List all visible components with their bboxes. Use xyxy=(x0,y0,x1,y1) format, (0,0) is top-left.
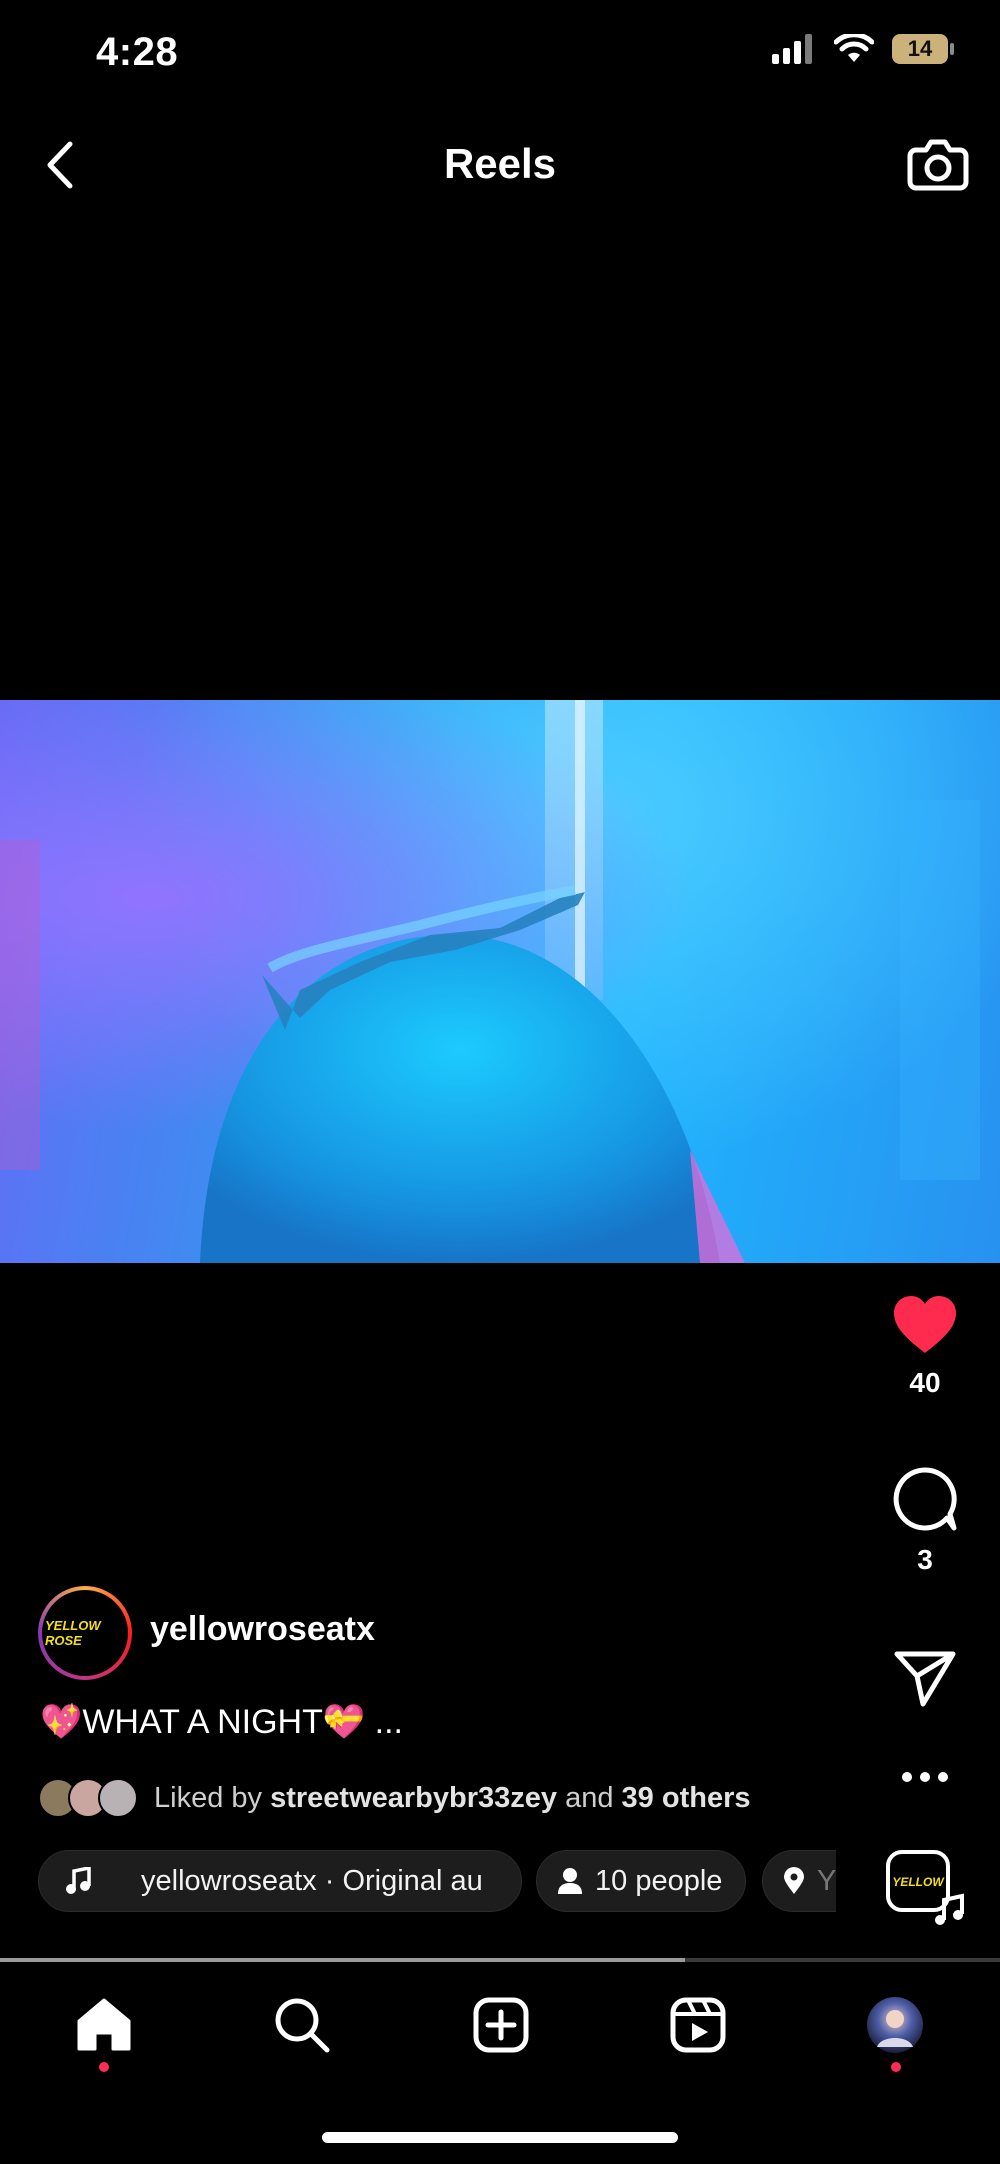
liked-by-row[interactable]: Liked by streetwearbybr33zey and 39 othe… xyxy=(38,1778,751,1818)
liker-avatar xyxy=(98,1778,138,1818)
send-icon xyxy=(894,1651,956,1707)
add-square-icon xyxy=(473,1997,529,2053)
avatar-logo: YELLOW ROSE xyxy=(42,1590,128,1676)
home-indicator xyxy=(322,2132,678,2143)
location-pin-icon xyxy=(784,1867,804,1894)
camera-icon xyxy=(907,139,969,191)
comment-count: 3 xyxy=(917,1544,933,1575)
audio-chip[interactable]: yellowroseatx · Original au xyxy=(38,1850,522,1912)
liked-by-user[interactable]: streetwearbybr33zey xyxy=(270,1782,557,1815)
comment-action[interactable]: 3 xyxy=(884,1466,966,1576)
video-scene xyxy=(0,700,1000,1263)
reel-video[interactable] xyxy=(0,700,1000,1263)
search-icon xyxy=(275,1998,330,2053)
post-caption[interactable]: 💖WHAT A NIGHT💝 ... xyxy=(40,1702,403,1742)
liked-by-others[interactable]: 39 others xyxy=(622,1782,751,1815)
liked-by-prefix: Liked by xyxy=(154,1781,263,1814)
audio-chip-label: yellowroseatx · Original au xyxy=(141,1864,483,1897)
more-options-button[interactable] xyxy=(884,1770,966,1784)
tab-reels[interactable] xyxy=(663,1990,733,2060)
people-chip-label: 10 people xyxy=(595,1864,723,1897)
battery-level: 14 xyxy=(907,36,933,61)
home-notification-dot xyxy=(99,2062,109,2072)
location-chip-label: Y xyxy=(817,1864,836,1897)
wifi-icon xyxy=(834,34,874,62)
tab-search[interactable] xyxy=(267,1990,337,2060)
music-note-icon xyxy=(66,1867,91,1894)
camera-button[interactable] xyxy=(906,132,970,196)
page-title: Reels xyxy=(443,140,557,187)
like-count: 40 xyxy=(909,1367,941,1398)
audio-thumbnail-button[interactable]: YELLOW xyxy=(884,1850,966,1926)
home-filled-icon xyxy=(77,1998,131,2051)
audio-thumbnail-icon: YELLOW xyxy=(886,1850,964,1925)
status-time: 4:28 xyxy=(96,30,179,74)
video-progress-bar[interactable] xyxy=(0,1958,1000,1962)
liked-by-and: and xyxy=(565,1781,614,1814)
people-chip[interactable]: 10 people xyxy=(536,1850,746,1912)
person-icon xyxy=(558,1868,582,1894)
reels-icon xyxy=(670,1997,726,2053)
profile-notification-dot xyxy=(891,2062,901,2072)
author-username[interactable]: yellowroseatx xyxy=(150,1610,375,1649)
tab-create[interactable] xyxy=(466,1990,536,2060)
svg-text:YELLOW: YELLOW xyxy=(892,1875,945,1889)
profile-avatar-icon xyxy=(867,1997,923,2053)
heart-filled-icon xyxy=(894,1296,956,1353)
status-icons: 14 xyxy=(772,34,954,64)
comment-icon xyxy=(893,1467,957,1531)
share-button[interactable] xyxy=(884,1648,966,1708)
author-avatar[interactable]: YELLOW ROSE xyxy=(38,1586,132,1680)
like-action[interactable]: 40 xyxy=(884,1295,966,1399)
battery-icon: 14 xyxy=(892,34,954,64)
video-progress-fill xyxy=(0,1958,685,1962)
tab-home[interactable] xyxy=(69,1990,139,2060)
location-chip[interactable]: Y xyxy=(762,1850,836,1912)
more-horizontal-icon xyxy=(902,1772,948,1782)
tab-profile[interactable] xyxy=(860,1990,930,2060)
cellular-signal-icon xyxy=(772,34,812,64)
